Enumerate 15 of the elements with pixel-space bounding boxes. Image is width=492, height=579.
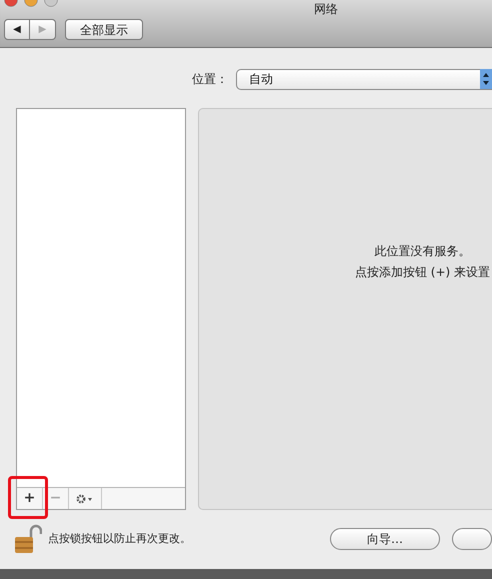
open-padlock-icon[interactable] xyxy=(14,524,42,554)
lock-message: 点按锁按钮以防止再次更改。 xyxy=(48,530,191,547)
back-button[interactable]: ◀ xyxy=(4,19,30,40)
location-popup[interactable]: 自动 xyxy=(236,68,492,90)
assistant-button[interactable]: 向导… xyxy=(330,528,440,550)
stepper-arrows-icon xyxy=(480,69,492,89)
gear-icon xyxy=(76,494,94,504)
highlight-frame xyxy=(8,476,48,519)
partial-button[interactable] xyxy=(452,528,492,550)
window-title: 网络 xyxy=(314,1,338,18)
add-button[interactable]: + xyxy=(17,488,42,509)
empty-message: 此位置没有服务。 xyxy=(374,243,470,260)
empty-message: 点按添加按钮 (+) 来设置 xyxy=(354,264,490,281)
show-all-button[interactable]: 全部显示 xyxy=(65,19,143,40)
location-label: 位置： xyxy=(192,71,228,88)
